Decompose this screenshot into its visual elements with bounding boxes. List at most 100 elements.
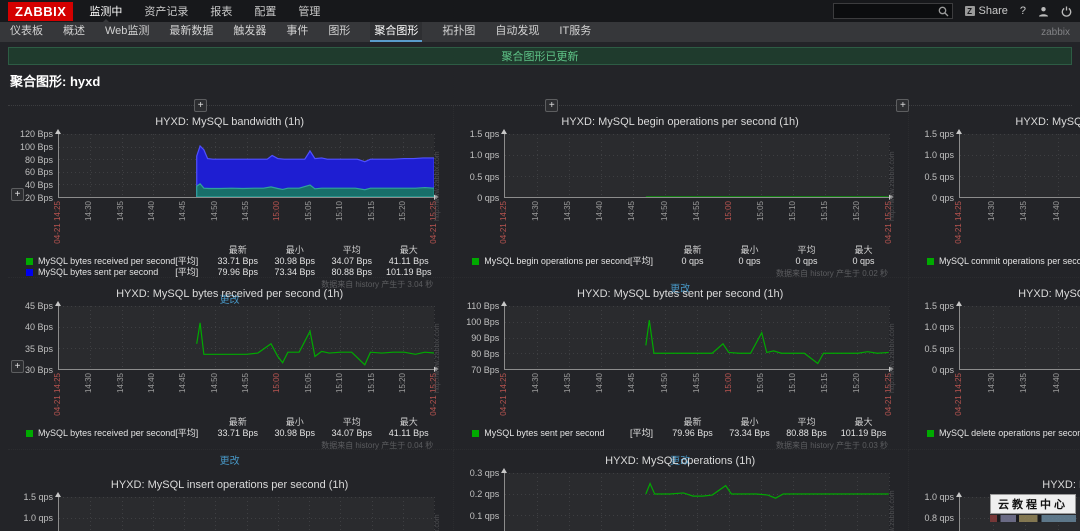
search-icon[interactable] [938,6,949,17]
legend-row: MySQL delete operations per second[平均]0 … [927,428,1080,439]
subnav-screens[interactable]: 聚合图形 [370,22,423,42]
y-tick-label: 100 Bps [19,141,53,152]
legend-color-swatch [472,430,480,437]
menu-item-configuration[interactable]: 配置 [254,3,276,19]
menu-item-administration[interactable]: 管理 [298,3,320,19]
data-series [646,484,889,499]
menu-item-reports[interactable]: 报表 [210,3,232,19]
legend-value: 34.07 Bps [331,256,372,266]
x-tick-label: 15:10 [787,201,797,222]
watermark: 云教程中心 [990,494,1076,522]
legend-header: 最新 [683,245,702,255]
search-input[interactable] [833,5,938,17]
graph-body: 1.5 qps1.0 qps0.5 qps0 qps 04-21 14:2514… [12,492,447,531]
subnav-dashboard[interactable]: 仪表板 [10,22,43,42]
add-column-icon[interactable]: + [194,99,208,112]
subnav-it-services[interactable]: IT服务 [559,22,591,42]
graph-image[interactable] [501,129,894,200]
y-tick-label: 70 Bps [471,365,500,375]
y-tick-label: 110 Bps [466,301,500,311]
x-tick-label: 04-21 14:25 [499,373,509,416]
y-tick-label: 0.8 qps [924,513,954,524]
menu-item-inventory[interactable]: 资产记录 [144,3,188,19]
y-tick-label: 90 Bps [471,333,500,343]
x-tick-label: 14:35 [115,373,125,394]
share-z-icon: Z [964,6,975,16]
graph-legend: 最新最小平均最大MySQL commit operations per seco… [927,245,1080,267]
watermark-subtext [990,515,1076,522]
graph-body: 120 Bps 100 Bps 80 Bps 60 Bps 40 Bps 20 Bps 0… [12,129,447,244]
zabbix-url-note: http://www.zabbix.com [434,323,442,394]
subnav-triggers[interactable]: 触发器 [233,22,266,42]
screen-area: + + + + + HYXD: MySQL bandwidth (1h) 120… [8,99,1080,531]
share-button[interactable]: Z Share [964,5,1008,17]
graph-image[interactable] [55,492,436,531]
legend-header: 最大 [854,245,873,255]
legend-header: 最新 [228,245,247,255]
x-tick-label: 14:50 [209,201,219,222]
legend-value: 0 qps [795,256,818,266]
subnav-overview[interactable]: 概述 [63,22,85,42]
y-tick-label: 0.2 qps [469,489,500,500]
menu-item-monitoring[interactable]: 监测中 [89,3,122,23]
watermark-text: 云教程中心 [990,494,1076,514]
legend-value: 0 qps [681,256,704,266]
x-tick-label: 15:15 [366,373,376,394]
add-column-icon[interactable]: + [896,99,910,112]
subnav-maps[interactable]: 拓扑图 [442,22,475,42]
legend-row: MySQL commit operations per second[平均]0 … [927,256,1080,267]
plot-wrap: 04-21 14:2514:3014:3514:4014:4514:5014:5… [499,129,894,244]
graph-image[interactable] [501,301,894,372]
y-tick-label: 45 Bps [24,301,53,311]
plot-wrap: 04-21 14:2514:3014:3514:4014:4514:5014:5… [55,492,436,531]
graph-title: HYXD: MySQL queries per second (1h) [1042,479,1080,491]
legend-series-name: MySQL bytes received per second [38,428,176,438]
graph-legend: 最新 最小 平均 最大 MySQL bytes sent per second [平均] 7… [472,417,892,439]
graph-body: 1.5 qps1.0 qps0.5 qps0 qps 04-21 14:2514… [458,129,902,244]
graph-image[interactable] [956,129,1080,198]
legend-series-name: MySQL commit operations per second [939,256,1080,266]
x-tick-label: 15:20 [851,201,861,222]
logout-button[interactable] [1061,6,1072,17]
plot-wrap: 04-21 14:2514:3014:3514:4014:4514:5014:5… [53,301,440,416]
graph-image[interactable] [55,301,440,372]
add-row-icon[interactable]: + [11,360,24,373]
subnav-graphs[interactable]: 图形 [328,22,350,42]
legend-value: 30.98 Bps [274,256,315,266]
graph-panel: HYXD: MySQL insert operations per second… [8,450,455,531]
legend-function: [平均] [175,267,199,277]
subnav-web[interactable]: Web监测 [105,22,149,42]
add-column-icon[interactable]: + [545,99,559,112]
subnav-latest-data[interactable]: 最新数据 [169,22,213,42]
legend-value: 33.71 Bps [217,428,258,438]
legend-row: MySQL bytes sent per second [平均] 79.96 Bps… [472,428,892,439]
graph-legend: 最新最小平均最大MySQL delete operations per seco… [927,417,1080,439]
graph-title: HYXD: MySQL delete operations per second… [1018,288,1080,300]
graph-image[interactable] [55,129,440,200]
sub-nav: 仪表板 概述 Web监测 最新数据 触发器 事件 图形 聚合图形 拓扑图 自动发… [0,22,1080,42]
search-box[interactable] [832,3,953,19]
graph-image[interactable] [501,468,890,531]
x-tick-label: 14:40 [147,201,157,222]
graph-title: HYXD: MySQL insert operations per second… [110,479,349,491]
legend-value: 41.11 Bps [388,256,429,266]
profile-button[interactable] [1038,6,1049,17]
y-tick-label: 100 Bps [466,317,500,327]
graph-footer: 数据来自 history 产生于 0.04 秒 [321,441,434,450]
x-tick-label: 15:20 [397,201,407,222]
y-tick-label: 60 Bps [24,167,53,178]
y-axis-labels: 1.5 qps1.0 qps0.5 qps0 qps [12,492,58,531]
x-tick-label: 14:45 [178,201,188,222]
x-tick-label: 15:00 [272,373,282,394]
zabbix-url-note: http://www.zabbix.com [889,490,896,531]
graph-image[interactable] [956,301,1080,370]
add-row-icon[interactable]: + [11,188,24,201]
subnav-discovery[interactable]: 自动发现 [495,22,539,42]
x-tick-label: 15:00 [723,201,733,222]
x-tick-label: 14:55 [691,373,701,394]
legend-value: 79.96 Bps [672,428,713,438]
x-axis-labels: 04-21 14:25 14:30 14:35 14:40 14:45 14:50 14:5… [53,198,438,244]
help-button[interactable]: ? [1020,5,1026,17]
subnav-events[interactable]: 事件 [286,22,308,42]
zabbix-logo[interactable]: ZABBIX [8,1,74,21]
